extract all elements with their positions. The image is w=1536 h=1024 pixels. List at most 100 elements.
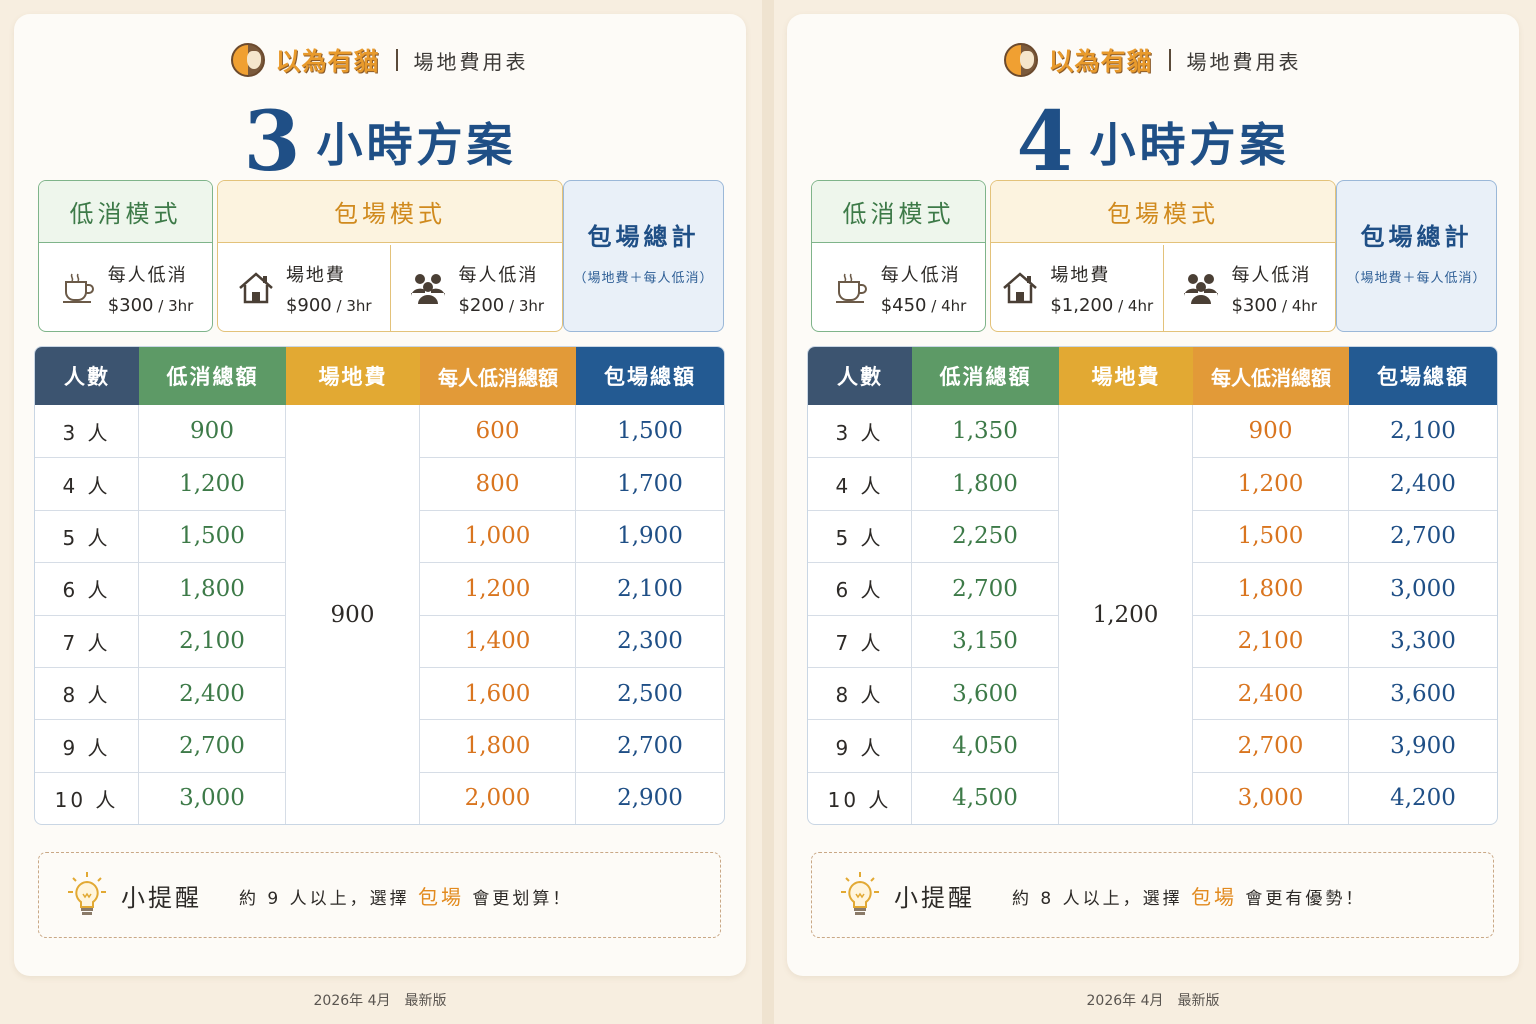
package-total-cell: 3,000 xyxy=(1390,575,1456,602)
header-people: 人數 xyxy=(808,347,912,405)
package-total-cell: 3,600 xyxy=(1390,680,1456,707)
min-total-cell: 3,000 xyxy=(139,772,286,824)
venue-label: 場地費 xyxy=(285,264,346,286)
min-total-cell: 900 xyxy=(139,405,286,458)
per-person-total-cell: 1,800 xyxy=(1193,563,1349,615)
people-group-icon xyxy=(1181,268,1221,308)
header-package-total: 包場總額 xyxy=(576,347,724,405)
min-total-cell: 2,700 xyxy=(912,563,1059,615)
table-header: 人數 低消總額 場地費 每人低消總額 包場總額 xyxy=(35,347,724,405)
plan-title-text: 小時方案 xyxy=(316,118,517,172)
people-cell: 5 人 xyxy=(35,510,139,563)
people-cell: 9 人 xyxy=(35,720,139,772)
package-total-cell: 3,300 xyxy=(1390,628,1456,655)
mode-pkg-title: 包場模式 xyxy=(991,181,1335,243)
mode-low-title: 低消模式 xyxy=(39,181,212,243)
per-person-price: $300 xyxy=(1231,294,1278,316)
per-person-total-cell: 1,800 xyxy=(420,720,576,772)
package-total-cell: 2,300 xyxy=(617,628,683,655)
venue-fee-cell: 1,200 xyxy=(1059,405,1193,824)
mode-low-price: $450 xyxy=(880,294,927,316)
mode-total-note: （場地費＋每人低消） xyxy=(1346,271,1487,286)
people-group-icon xyxy=(408,268,448,308)
header-min-total: 低消總額 xyxy=(139,347,286,405)
min-total-cell: 4,050 xyxy=(912,720,1059,772)
per-person-total-cell: 2,400 xyxy=(1193,667,1349,720)
plan-card-3hr: 以為有貓 場地費用表 3 小時方案 低消模式 每人低消 $300 / 3hr 包場… xyxy=(14,14,746,976)
mode-total-title: 包場總計 xyxy=(1360,223,1473,251)
mode-low-title: 低消模式 xyxy=(812,181,985,243)
house-icon xyxy=(1000,268,1040,308)
price-table: 人數 低消總額 場地費 每人低消總額 包場總額 3 人 1,350 900 2,100… xyxy=(807,346,1498,825)
package-total-cell: 2,700 xyxy=(617,733,683,760)
tip-box: 小提醒 約 9 人以上，選擇 包場 會更划算！ xyxy=(38,852,721,938)
plan-hours: 3 xyxy=(243,94,301,190)
tip-text-post: 會更划算！ xyxy=(464,888,573,909)
package-total-cell: 3,900 xyxy=(1390,733,1456,760)
plan-title: 4 小時方案 xyxy=(787,94,1519,190)
header-venue: 場地費 xyxy=(286,347,420,405)
people-cell: 9 人 xyxy=(808,720,912,772)
tip-text-pre: 約 8 人以上，選擇 xyxy=(1012,888,1192,909)
per-person-total-cell: 900 xyxy=(1193,405,1349,458)
plan-title-text: 小時方案 xyxy=(1089,118,1290,172)
footer-version: 2026年 4月 最新版 xyxy=(1086,993,1220,1009)
min-total-cell: 1,800 xyxy=(912,458,1059,510)
tip-text-post: 會更有優勢！ xyxy=(1237,888,1366,909)
per-person-total-cell: 600 xyxy=(420,405,576,458)
per-person-label: 每人低消 xyxy=(1231,264,1312,286)
min-total-cell: 2,100 xyxy=(139,615,286,667)
table-header: 人數 低消總額 場地費 每人低消總額 包場總額 xyxy=(808,347,1497,405)
package-total-cell: 1,900 xyxy=(617,523,683,550)
min-total-cell: 3,600 xyxy=(912,667,1059,720)
per-person-total-cell: 800 xyxy=(420,458,576,510)
package-total-cell: 2,900 xyxy=(617,785,683,812)
coffee-cup-icon xyxy=(58,268,98,308)
venue-unit: / 3hr xyxy=(331,296,372,315)
mode-low-unit: / 3hr xyxy=(153,296,194,315)
brand-separator xyxy=(1168,49,1171,71)
mode-pkg-box: 包場模式 場地費 $1,200 / 4hr 每人低消 $300 / 4hr xyxy=(990,180,1336,332)
package-total-cell: 2,100 xyxy=(617,575,683,602)
header-venue: 場地費 xyxy=(1059,347,1193,405)
per-person-total-cell: 1,600 xyxy=(420,667,576,720)
people-cell: 5 人 xyxy=(808,510,912,563)
venue-price: $900 xyxy=(285,294,332,316)
mode-low-label: 每人低消 xyxy=(107,264,188,286)
per-person-total-cell: 1,200 xyxy=(420,563,576,615)
package-total-cell: 4,200 xyxy=(1390,785,1456,812)
table-body: 3 人 1,350 900 2,100 4 人 1,800 1,200 2,400 5 人 2,2… xyxy=(808,405,1497,824)
lightbulb-icon xyxy=(68,872,106,915)
mode-low-label: 每人低消 xyxy=(880,264,961,286)
house-icon xyxy=(236,268,276,308)
footer-version: 2026年 4月 最新版 xyxy=(313,993,447,1009)
mode-pkg-box: 包場模式 場地費 $900 / 3hr 每人低消 $200 / 3hr xyxy=(217,180,563,332)
tip-box: 小提醒 約 8 人以上，選擇 包場 會更有優勢！ xyxy=(811,852,1494,938)
min-total-cell: 1,200 xyxy=(139,458,286,510)
people-cell: 7 人 xyxy=(808,615,912,667)
per-person-unit: / 4hr xyxy=(1277,296,1318,315)
per-person-total-cell: 1,000 xyxy=(420,510,576,563)
tip-title: 小提醒 xyxy=(894,883,975,912)
plan-title: 3 小時方案 xyxy=(14,94,746,190)
mode-low-box: 低消模式 每人低消 $300 / 3hr xyxy=(38,180,213,332)
plan-card-4hr: 以為有貓 場地費用表 4 小時方案 低消模式 每人低消 $450 / 4hr 包場… xyxy=(787,14,1519,976)
venue-unit: / 4hr xyxy=(1113,296,1154,315)
cat-logo-icon xyxy=(231,43,266,77)
min-total-cell: 3,150 xyxy=(912,615,1059,667)
package-total-cell: 2,500 xyxy=(617,680,683,707)
header-min-total: 低消總額 xyxy=(912,347,1059,405)
people-cell: 6 人 xyxy=(808,563,912,615)
venue-label: 場地費 xyxy=(1050,264,1111,286)
mode-total-title: 包場總計 xyxy=(587,223,700,251)
package-total-cell: 1,700 xyxy=(617,471,683,498)
mode-total-box: 包場總計 （場地費＋每人低消） xyxy=(563,180,724,332)
page-divider xyxy=(762,0,774,1024)
people-cell: 3 人 xyxy=(35,405,139,458)
per-person-total-cell: 2,100 xyxy=(1193,615,1349,667)
brand-separator xyxy=(395,49,398,71)
per-person-total-cell: 1,500 xyxy=(1193,510,1349,563)
brand-header: 以為有貓 場地費用表 xyxy=(787,40,1519,80)
min-total-cell: 1,500 xyxy=(139,510,286,563)
mode-total-note: （場地費＋每人低消） xyxy=(573,271,714,286)
